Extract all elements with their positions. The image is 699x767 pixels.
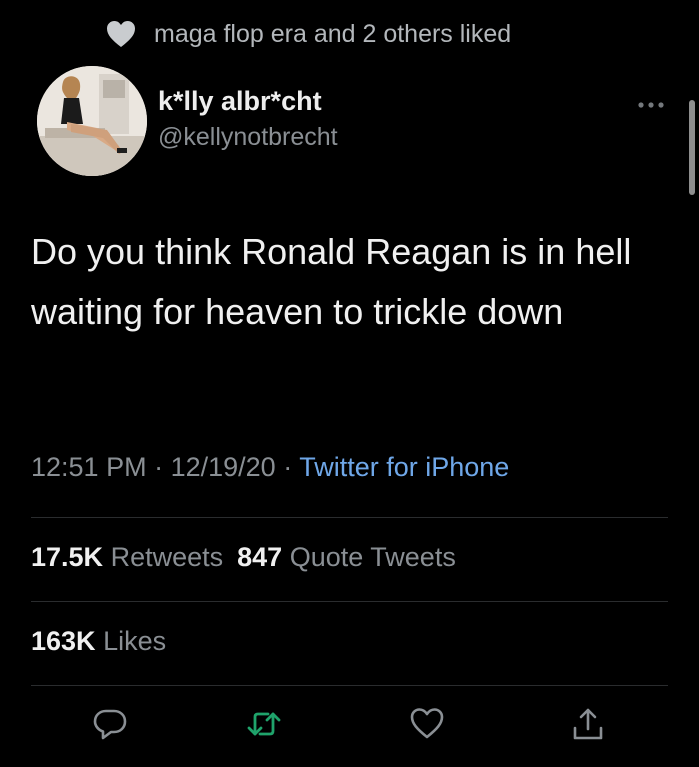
meta-separator: ·	[275, 452, 300, 482]
social-context[interactable]: maga flop era and 2 others liked	[106, 16, 511, 52]
divider	[31, 517, 668, 518]
display-name[interactable]: k*lly albr*cht	[158, 84, 338, 118]
likes-count: 163K	[31, 626, 96, 656]
retweets-stat[interactable]: 17.5K Retweets	[31, 542, 223, 572]
author-block[interactable]: k*lly albr*cht @kellynotbrecht	[158, 84, 338, 154]
tweet-text: Do you think Ronald Reagan is in hell wa…	[31, 231, 632, 332]
retweet-icon[interactable]	[246, 706, 282, 742]
more-options-icon[interactable]	[636, 98, 666, 112]
divider	[31, 601, 668, 602]
share-icon[interactable]	[570, 706, 606, 742]
divider	[31, 685, 668, 686]
tweet-time: 12:51 PM	[31, 452, 147, 482]
quote-tweets-count: 847	[237, 542, 283, 572]
heart-outline-icon[interactable]	[409, 706, 445, 742]
handle[interactable]: @kellynotbrecht	[158, 120, 338, 154]
quote-tweets-label: Quote Tweets	[289, 542, 456, 572]
likes-label: Likes	[103, 626, 167, 656]
retweets-label: Retweets	[110, 542, 224, 572]
meta-separator: ·	[146, 452, 171, 482]
tweet-meta: 12:51 PM · 12/19/20 · Twitter for iPhone	[31, 452, 509, 483]
likes-stat[interactable]: 163K Likes	[31, 626, 166, 657]
reply-icon[interactable]	[92, 706, 128, 742]
tweet-date: 12/19/20	[170, 452, 276, 482]
quote-tweets-stat[interactable]: 847 Quote Tweets	[237, 542, 456, 572]
heart-icon	[106, 19, 138, 49]
retweet-stats: 17.5K Retweets 847 Quote Tweets	[31, 542, 456, 573]
social-context-text: maga flop era and 2 others liked	[154, 19, 512, 48]
retweets-count: 17.5K	[31, 542, 104, 572]
tweet-source-link[interactable]: Twitter for iPhone	[299, 452, 509, 482]
avatar[interactable]	[37, 66, 147, 176]
scrollbar[interactable]	[689, 100, 695, 195]
